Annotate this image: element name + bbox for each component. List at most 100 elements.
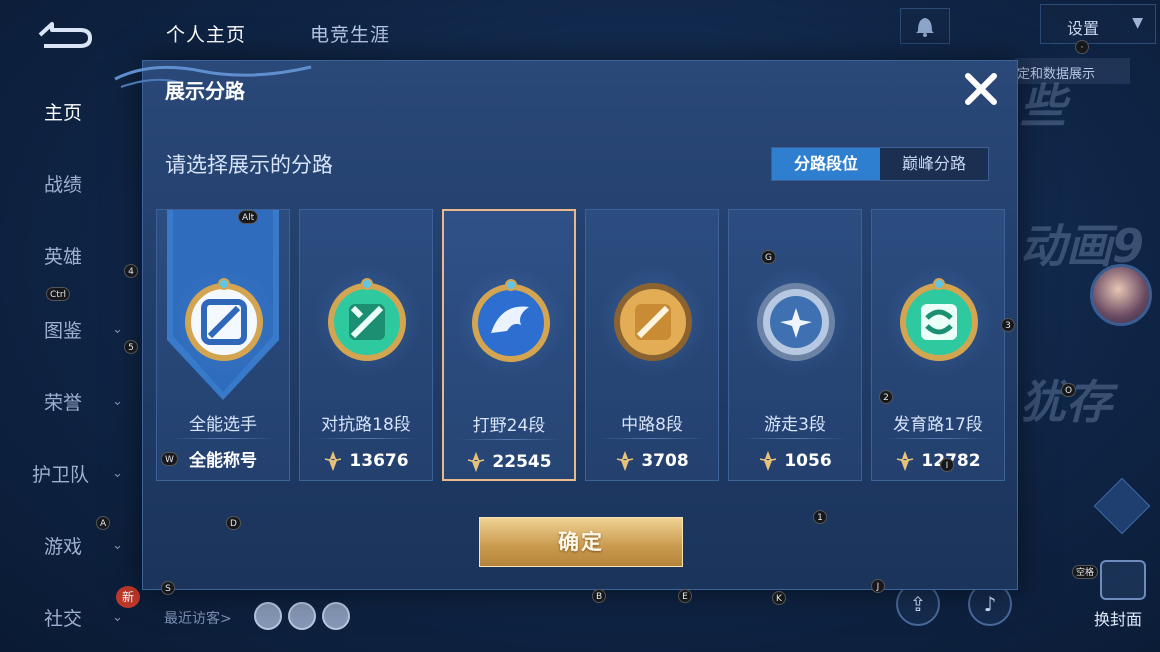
card-label: 发育路17段 bbox=[893, 415, 983, 435]
card-label: 打野24段 bbox=[472, 416, 546, 436]
settings-button[interactable]: 设置 ▼ bbox=[1040, 4, 1156, 44]
card-footer: 13676 bbox=[300, 444, 432, 480]
rank-score: 22545 bbox=[492, 452, 552, 472]
rank-points-icon bbox=[468, 452, 485, 472]
key-hint: S bbox=[161, 581, 175, 595]
jungle-emblem-icon bbox=[472, 279, 550, 362]
sidebar-item-codex[interactable]: 图鉴 bbox=[44, 316, 82, 343]
key-hint: I bbox=[940, 458, 954, 472]
back-arrow-icon[interactable] bbox=[34, 18, 96, 52]
divider bbox=[886, 438, 990, 439]
sidebar-item-social[interactable]: 社交 bbox=[44, 604, 82, 631]
dialog-subtitle: 请选择展示的分路 bbox=[165, 153, 333, 177]
sidebar-item-heroes[interactable]: 英雄 bbox=[44, 242, 82, 269]
new-badge: 新 bbox=[116, 586, 140, 608]
card-label: 中路8段 bbox=[621, 415, 683, 435]
notification-button[interactable] bbox=[900, 8, 950, 44]
lane-mode-toggle: 分路段位 巅峰分路 bbox=[771, 147, 989, 181]
mid-lane-emblem-icon bbox=[614, 283, 692, 361]
lane-card-versatile[interactable]: 全能选手 全能称号 bbox=[156, 209, 290, 481]
background-decor-text: 些 bbox=[1020, 79, 1066, 133]
key-hint: Ctrl bbox=[46, 287, 71, 301]
avatar[interactable] bbox=[322, 602, 350, 630]
chevron-down-icon: ▼ bbox=[1132, 15, 1143, 31]
lane-card-farm[interactable]: 发育路17段 12782 bbox=[871, 209, 1005, 481]
divider bbox=[743, 438, 847, 439]
card-label: 全能选手 bbox=[189, 415, 257, 435]
key-hint: 5 bbox=[124, 340, 138, 354]
versatile-emblem-icon bbox=[185, 278, 263, 361]
rank-points-icon bbox=[760, 451, 777, 471]
tab-esports-career[interactable]: 电竞生涯 bbox=[310, 20, 390, 47]
background-decor-text: 犹存 bbox=[1020, 375, 1112, 429]
image-icon[interactable] bbox=[1100, 560, 1146, 600]
key-hint: 3 bbox=[1001, 318, 1015, 332]
rank-score: 13676 bbox=[349, 451, 409, 471]
card-label: 对抗路18段 bbox=[321, 415, 411, 435]
sidebar-item-records[interactable]: 战绩 bbox=[44, 170, 82, 197]
tab-lane-rank[interactable]: 分路段位 bbox=[772, 148, 880, 180]
show-lane-dialog: 展示分路 请选择展示的分路 分路段位 巅峰分路 全能选手 全能称号 对抗路18段… bbox=[114, 60, 1018, 590]
key-hint: · bbox=[1075, 40, 1089, 54]
card-footer: 22545 bbox=[444, 445, 574, 481]
key-hint: G bbox=[761, 250, 776, 264]
sidebar-item-honors[interactable]: 荣誉 bbox=[44, 388, 82, 415]
roam-emblem-icon bbox=[757, 283, 835, 361]
avatar[interactable] bbox=[254, 602, 282, 630]
card-footer: 1056 bbox=[729, 444, 861, 480]
lane-card-mid[interactable]: 中路8段 3708 bbox=[585, 209, 719, 481]
key-hint: 1 bbox=[813, 510, 827, 524]
chevron-down-icon: ⌄ bbox=[112, 394, 123, 409]
key-hint: Alt bbox=[238, 210, 259, 224]
key-hint: D bbox=[226, 516, 241, 530]
rank-score: 1056 bbox=[784, 451, 832, 471]
card-footer: 3708 bbox=[586, 444, 718, 480]
key-hint: B bbox=[592, 589, 607, 603]
chevron-down-icon: ⌄ bbox=[112, 322, 123, 337]
card-footer: 12782 bbox=[872, 444, 1004, 480]
key-hint: J bbox=[871, 579, 885, 593]
sidebar-item-guard[interactable]: 护卫队 bbox=[32, 460, 89, 487]
background-decor-text: 动画9 bbox=[1020, 219, 1145, 273]
camera-icon[interactable] bbox=[1093, 477, 1151, 535]
top-bar: 个人主页 电竞生涯 设置 ▼ 定和数据展示 bbox=[0, 0, 1160, 84]
confirm-button[interactable]: 确定 bbox=[479, 517, 683, 567]
rank-score: 3708 bbox=[641, 451, 689, 471]
avatar[interactable] bbox=[288, 602, 316, 630]
rank-points-icon bbox=[897, 451, 914, 471]
clash-lane-emblem-icon bbox=[328, 278, 406, 361]
divider bbox=[171, 438, 275, 439]
tab-personal-home[interactable]: 个人主页 bbox=[166, 20, 246, 47]
settings-label: 设置 bbox=[1067, 19, 1100, 38]
lane-card-jungle[interactable]: 打野24段 22545 bbox=[442, 209, 576, 481]
title-text: 全能称号 bbox=[189, 451, 257, 471]
change-cover-label[interactable]: 换封面 bbox=[1094, 606, 1142, 630]
key-hint: 2 bbox=[879, 390, 893, 404]
card-label: 游走3段 bbox=[764, 415, 826, 435]
sidebar-item-games[interactable]: 游戏 bbox=[44, 532, 82, 559]
key-hint: O bbox=[1061, 383, 1077, 397]
tab-peak-lane[interactable]: 巅峰分路 bbox=[880, 148, 988, 180]
key-hint: 4 bbox=[124, 264, 138, 278]
lane-card-roam[interactable]: 游走3段 1056 bbox=[728, 209, 862, 481]
lane-card-clash[interactable]: 对抗路18段 13676 bbox=[299, 209, 433, 481]
key-hint: 空格 bbox=[1072, 565, 1099, 579]
rank-points-icon bbox=[325, 451, 342, 471]
chevron-down-icon: ⌄ bbox=[112, 466, 123, 481]
sidebar-item-home[interactable]: 主页 bbox=[44, 98, 82, 125]
divider bbox=[600, 438, 704, 439]
avatar[interactable] bbox=[1090, 264, 1152, 326]
close-icon[interactable] bbox=[961, 69, 1001, 109]
dialog-title: 展示分路 bbox=[165, 79, 245, 103]
chevron-down-icon: ⌄ bbox=[112, 610, 123, 625]
divider bbox=[314, 438, 418, 439]
sidebar: 主页 战绩 英雄 图鉴 ⌄ 荣誉 ⌄ 护卫队 ⌄ 游戏 ⌄ 社交 ⌄ bbox=[0, 70, 140, 652]
farm-lane-emblem-icon bbox=[900, 278, 978, 361]
rank-points-icon bbox=[617, 451, 634, 471]
key-hint: W bbox=[161, 452, 178, 466]
recent-visitors-link[interactable]: 最近访客> bbox=[164, 608, 232, 628]
bell-icon bbox=[916, 18, 934, 37]
chevron-down-icon: ⌄ bbox=[112, 538, 123, 553]
key-hint: K bbox=[772, 591, 786, 605]
key-hint: E bbox=[678, 589, 692, 603]
